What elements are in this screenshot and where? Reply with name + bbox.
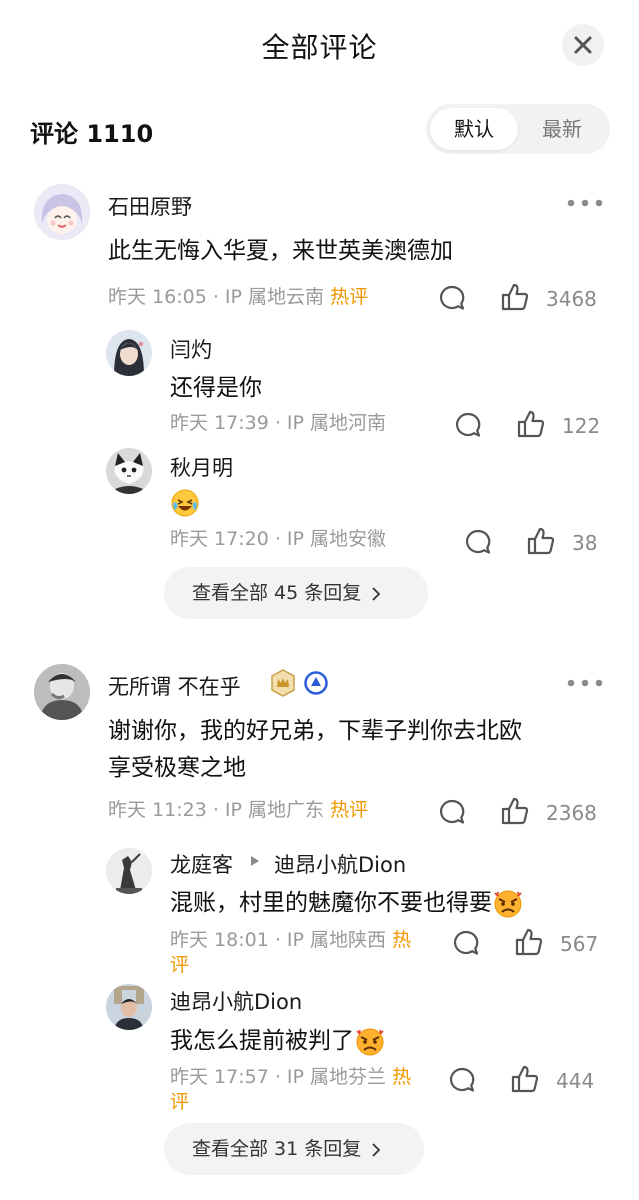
avatar[interactable] — [106, 330, 152, 376]
reply-author[interactable]: 秋月明 — [170, 452, 233, 482]
comment-meta: 昨天 16:05 · IP 属地云南 热评 — [108, 284, 368, 310]
reply-text-content: 我怎么提前被判了 — [170, 1028, 354, 1054]
reply-time: 昨天 17:39 — [170, 412, 269, 434]
sort-default-button[interactable]: 默认 — [430, 108, 518, 150]
close-icon — [574, 36, 592, 54]
avatar[interactable] — [106, 848, 152, 894]
hot-badge: 热 — [392, 1066, 412, 1088]
reply-text: 混账，村里的魅魔你不要也得要 — [170, 886, 524, 920]
reply-time: 昨天 18:01 — [170, 929, 269, 951]
reply-bubble-icon[interactable] — [454, 411, 482, 439]
reply-time: 昨天 17:20 — [170, 528, 269, 550]
like-icon[interactable] — [526, 526, 556, 556]
like-icon[interactable] — [510, 1064, 540, 1094]
reply-bubble-icon[interactable] — [452, 929, 480, 957]
reply-author[interactable]: 迪昂小航Dion — [170, 986, 302, 1016]
like-count: 444 — [556, 1069, 595, 1093]
comment-text-line: 享受极寒之地 — [108, 755, 246, 781]
like-count: 3468 — [546, 287, 597, 311]
hot-badge-wrap: 评 — [170, 954, 190, 976]
hot-badge: 热评 — [330, 799, 369, 821]
more-dots-icon — [567, 199, 603, 207]
reply-location: · IP 属地陕西 — [274, 929, 387, 951]
reply-text: 我怎么提前被判了 — [170, 1024, 386, 1058]
reply-meta: 昨天 17:57 · IP 属地芬兰 热 — [170, 1064, 411, 1090]
reply-meta: 昨天 18:01 · IP 属地陕西 热 — [170, 927, 411, 953]
laughing-crying-emoji-icon — [170, 488, 200, 522]
sort-toggle: 默认 最新 — [426, 104, 610, 154]
comment-time: 昨天 11:23 — [108, 799, 207, 821]
avatar[interactable] — [106, 984, 152, 1030]
hot-badge: 热 — [392, 929, 412, 951]
avatar[interactable] — [34, 664, 90, 720]
like-count: 2368 — [546, 801, 597, 825]
comment-time: 昨天 16:05 — [108, 286, 207, 308]
like-count: 38 — [572, 531, 598, 555]
reply-bubble-icon[interactable] — [448, 1066, 476, 1094]
statue-avatar-icon — [106, 848, 152, 894]
like-count: 567 — [560, 932, 599, 956]
close-button[interactable] — [562, 24, 604, 66]
chevron-right-icon — [372, 586, 381, 601]
reply-bubble-icon[interactable] — [464, 528, 492, 556]
like-icon[interactable] — [500, 282, 530, 312]
view-all-label: 查看全部 45 条回复 — [192, 582, 362, 604]
like-icon[interactable] — [516, 409, 546, 439]
comment-location: · IP 属地广东 — [212, 799, 325, 821]
chevron-right-icon — [372, 1142, 381, 1157]
page-title: 全部评论 — [261, 31, 378, 64]
view-all-replies-button[interactable]: 查看全部 31 条回复 — [164, 1123, 424, 1175]
comment-text: 此生无悔入华夏，来世英美澳德加 — [108, 238, 453, 264]
reply-meta: 昨天 17:20 · IP 属地安徽 — [170, 526, 386, 552]
reply-author[interactable]: 闫灼 — [170, 334, 212, 364]
more-options-button[interactable] — [566, 189, 604, 214]
avatar[interactable] — [106, 448, 152, 494]
view-all-replies-button[interactable]: 查看全部 45 条回复 — [164, 567, 428, 619]
comment-text-line: 谢谢你，我的好兄弟，下辈子判你去北欧 — [108, 718, 522, 744]
reply-author[interactable]: 龙庭客 — [170, 849, 233, 879]
like-icon[interactable] — [500, 796, 530, 826]
reply-meta: 昨天 17:39 · IP 属地河南 — [170, 410, 386, 436]
cat-avatar-icon — [106, 448, 152, 494]
avatar[interactable] — [34, 184, 90, 240]
hot-badge-wrap: 评 — [170, 1091, 190, 1113]
reply-bubble-icon[interactable] — [438, 798, 466, 826]
crown-badge-icon — [271, 669, 295, 697]
comment-location: · IP 属地云南 — [212, 286, 325, 308]
view-all-label: 查看全部 31 条回复 — [192, 1138, 362, 1160]
reply-bubble-icon[interactable] — [438, 284, 466, 312]
comment-meta: 昨天 11:23 · IP 属地广东 热评 — [108, 797, 368, 823]
hot-badge: 热评 — [330, 286, 369, 308]
reply-text-content: 混账，村里的魅魔你不要也得要 — [170, 890, 492, 916]
sort-latest-button[interactable]: 最新 — [518, 108, 606, 150]
reply-location: · IP 属地河南 — [274, 412, 387, 434]
level-badge-icon — [304, 671, 328, 695]
grayscale-portrait-avatar-icon — [34, 664, 90, 720]
like-icon[interactable] — [514, 927, 544, 957]
reply-to-arrow-icon — [251, 856, 259, 866]
more-options-button[interactable] — [566, 669, 604, 694]
reply-time: 昨天 17:57 — [170, 1066, 269, 1088]
comment-count: 评论 1110 — [30, 120, 154, 148]
reply-text: 还得是你 — [170, 375, 262, 401]
reply-to-user[interactable]: 迪昂小航Dion — [274, 849, 406, 879]
reply-location: · IP 属地芬兰 — [274, 1066, 387, 1088]
reply-location: · IP 属地安徽 — [274, 528, 387, 550]
girl-portrait-avatar-icon — [106, 330, 152, 376]
comment-author[interactable]: 石田原野 — [108, 191, 192, 221]
angry-emoji-icon — [356, 1028, 384, 1055]
like-count: 122 — [562, 414, 601, 438]
angry-emoji-icon — [494, 890, 522, 917]
more-dots-icon — [567, 679, 603, 687]
man-portrait-avatar-icon — [106, 984, 152, 1030]
anime-avatar-icon — [34, 184, 90, 240]
comment-author[interactable]: 无所谓 不在乎 — [108, 671, 241, 701]
